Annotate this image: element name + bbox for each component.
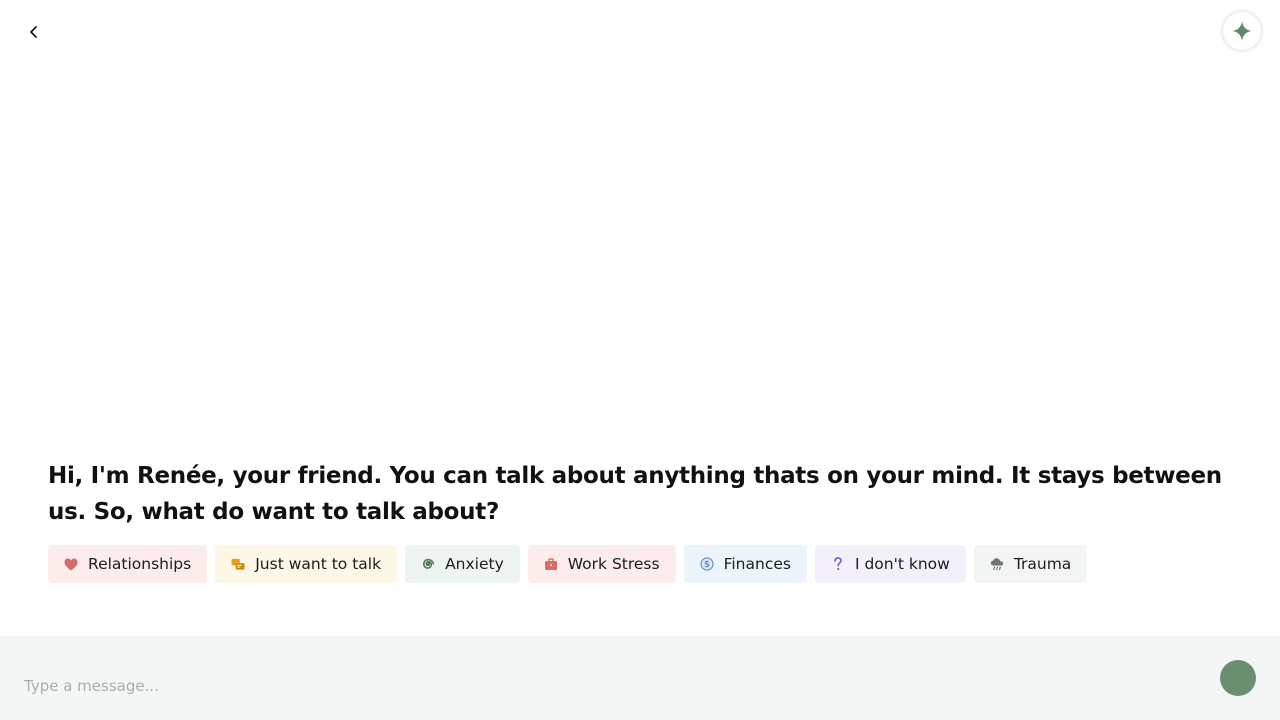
topic-chip-just-want-to-talk[interactable]: Just want to talk — [215, 545, 398, 583]
sparkle-icon — [1232, 21, 1252, 41]
chevron-left-icon — [30, 26, 37, 38]
topic-chips: Relationships Just want to talk Anxiety — [48, 545, 1088, 583]
topic-chip-label: Relationships — [88, 555, 192, 573]
message-composer — [0, 636, 1280, 720]
topic-chip-anxiety[interactable]: Anxiety — [405, 545, 520, 583]
send-button[interactable] — [1220, 660, 1256, 696]
topic-chip-label: I don't know — [854, 555, 950, 573]
message-input[interactable] — [24, 674, 1174, 698]
chat-bubbles-icon — [231, 557, 245, 571]
topic-chip-label: Just want to talk — [255, 555, 382, 573]
question-icon — [831, 557, 845, 571]
topic-chip-label: Anxiety — [445, 555, 504, 573]
topic-chip-label: Finances — [723, 555, 791, 573]
intro-section: Hi, I'm Renée, your friend. You can talk… — [48, 458, 1238, 530]
assistant-button[interactable] — [1222, 11, 1262, 51]
spiral-icon — [421, 557, 435, 571]
topic-chip-finances[interactable]: $ Finances — [683, 545, 807, 583]
topic-chip-label: Work Stress — [567, 555, 660, 573]
coin-icon: $ — [699, 557, 714, 571]
topic-chip-trauma[interactable]: Trauma — [973, 545, 1088, 583]
heart-icon — [64, 557, 78, 571]
svg-text:$: $ — [704, 560, 710, 570]
briefcase-icon — [544, 557, 558, 571]
chat-screen: Hi, I'm Renée, your friend. You can talk… — [0, 0, 1280, 720]
topic-chip-relationships[interactable]: Relationships — [48, 545, 208, 583]
back-button[interactable] — [22, 20, 46, 44]
topic-chip-work-stress[interactable]: Work Stress — [527, 545, 676, 583]
greeting-text: Hi, I'm Renée, your friend. You can talk… — [48, 463, 1222, 525]
topic-chip-i-dont-know[interactable]: I don't know — [814, 545, 966, 583]
topic-chip-label: Trauma — [1013, 555, 1072, 573]
storm-cloud-icon — [990, 557, 1004, 571]
